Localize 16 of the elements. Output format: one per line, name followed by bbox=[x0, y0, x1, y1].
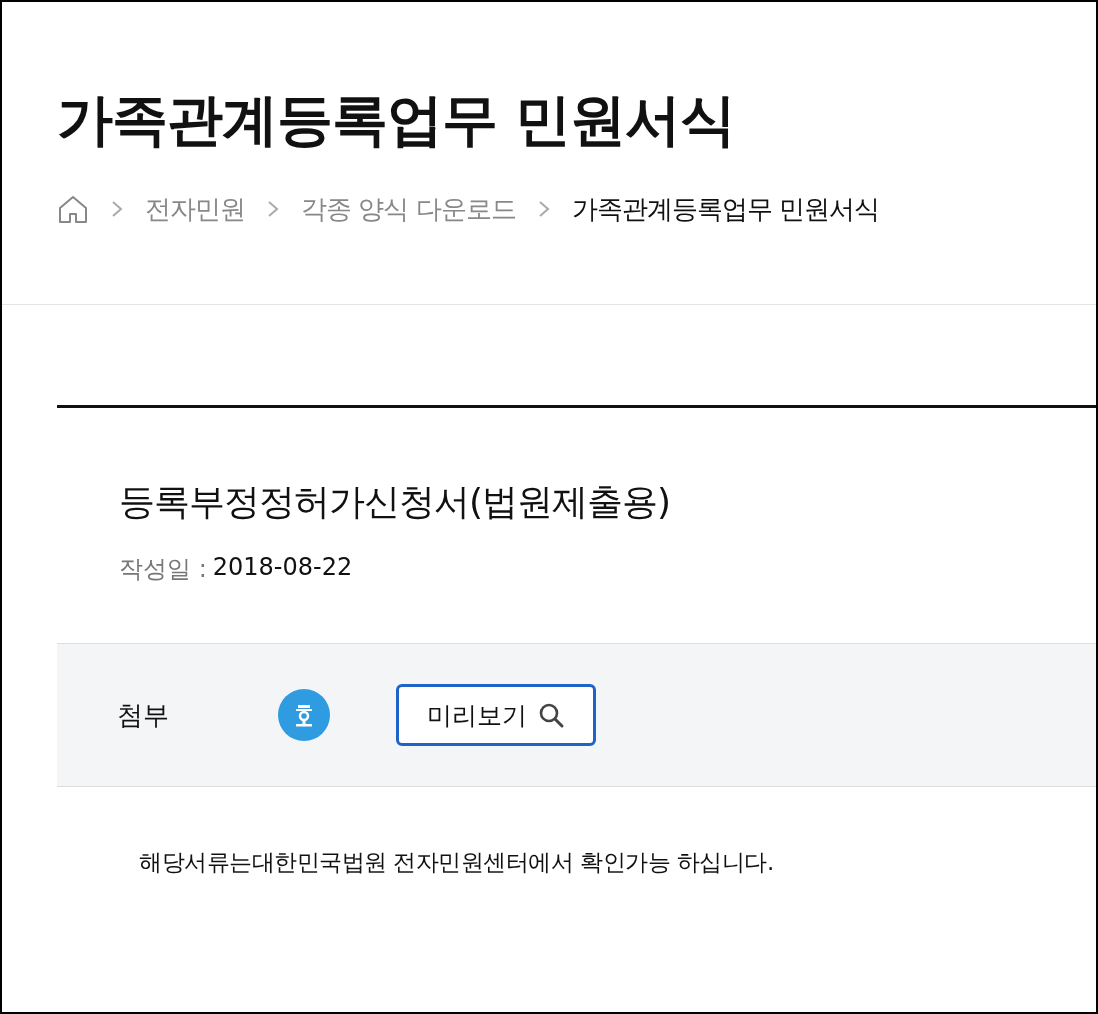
chevron-icon bbox=[111, 200, 123, 218]
breadcrumb-link[interactable]: 가족관계등록업무 민원서식 bbox=[571, 191, 879, 227]
search-icon bbox=[537, 701, 565, 729]
preview-button[interactable]: 미리보기 bbox=[396, 684, 596, 746]
breadcrumb-link[interactable]: 각종 양식 다운로드 bbox=[301, 191, 516, 227]
document-file-icon[interactable] bbox=[277, 688, 331, 742]
date-label: 작성일 : bbox=[119, 554, 207, 585]
breadcrumb-link[interactable]: 전자민원 bbox=[145, 191, 245, 227]
home-icon[interactable] bbox=[57, 193, 89, 225]
attachment-label: 첨부 bbox=[117, 698, 170, 732]
chevron-icon bbox=[537, 200, 550, 218]
document-title: 등록부정정허가신청서(법원제출용) bbox=[119, 480, 672, 524]
notice-text: 해당서류는대한민국법원 전자민원센터에서 확인가능 하십니다. bbox=[139, 848, 775, 877]
date-value: 2018-08-22 bbox=[212, 553, 353, 583]
chevron-icon bbox=[267, 200, 279, 218]
page-title: 가족관계등록업무 민원서식 bbox=[56, 86, 737, 154]
